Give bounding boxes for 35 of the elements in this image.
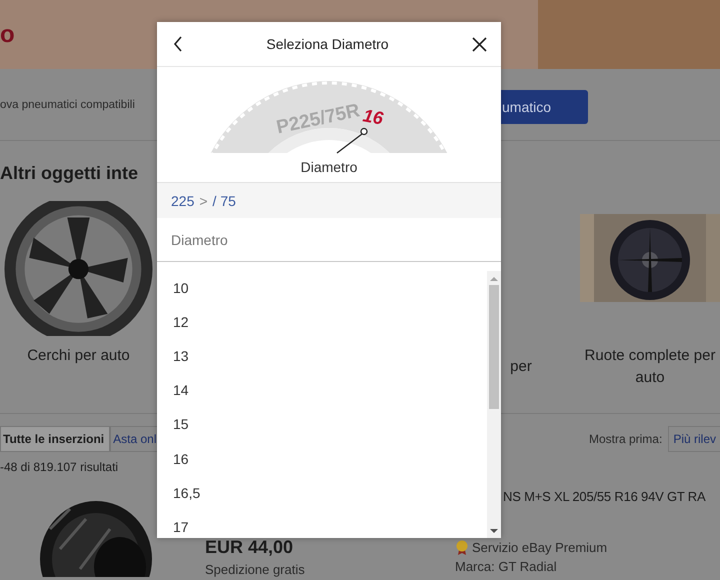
breadcrumb-link[interactable]: / 75 — [212, 192, 236, 208]
scrollbar[interactable] — [487, 271, 501, 538]
finder-text: ova pneumatici compatibili — [0, 98, 136, 113]
category-label[interactable]: Ruote complete per auto — [580, 345, 720, 389]
shipping-text: Spedizione gratis — [205, 562, 305, 577]
price: EUR 44,00 — [205, 537, 294, 558]
tab[interactable]: Tutte le inserzioni — [0, 426, 110, 452]
search-field[interactable]: Diametro — [157, 218, 501, 262]
results-count: -48 di 819.107 risultati — [0, 460, 118, 474]
breadcrumb-separator: > — [199, 192, 208, 208]
tire-caption: Diametro — [300, 159, 358, 175]
listing-title[interactable]: NS M+S XL 205/55 R16 94V GT RA — [503, 489, 706, 504]
scrollbar-thumb[interactable] — [489, 285, 499, 409]
option-item[interactable]: 17 — [157, 516, 487, 537]
option-item[interactable]: 16,5 — [157, 482, 487, 503]
option-item[interactable]: 10 — [157, 278, 487, 298]
option-item[interactable]: 12 — [157, 312, 487, 332]
close-icon[interactable] — [472, 36, 487, 52]
option-item[interactable]: 14 — [157, 380, 487, 400]
brand-text: Marca: GT Radial — [455, 559, 557, 574]
sort-label: Mostra prima: — [588, 432, 662, 446]
category-label[interactable]: per — [510, 356, 532, 378]
dialog-title: Seleziona Diametro — [266, 36, 389, 52]
diameter-highlight: 16 — [361, 105, 385, 129]
breadcrumb-link[interactable]: 225 — [171, 192, 194, 208]
find-tire-button[interactable]: umatico — [501, 90, 588, 124]
scroll-down-icon[interactable] — [490, 528, 498, 534]
back-icon[interactable] — [173, 36, 183, 52]
option-item[interactable]: 13 — [157, 346, 487, 366]
category-label[interactable]: Cerchi per auto — [27, 345, 130, 367]
service-text: Servizio eBay Premium — [472, 540, 608, 555]
medal-icon — [455, 540, 469, 555]
section-title: Altri oggetti inte — [0, 163, 138, 183]
sort-select[interactable]: Più rilev — [668, 426, 720, 452]
logo-text: o — [0, 20, 15, 48]
